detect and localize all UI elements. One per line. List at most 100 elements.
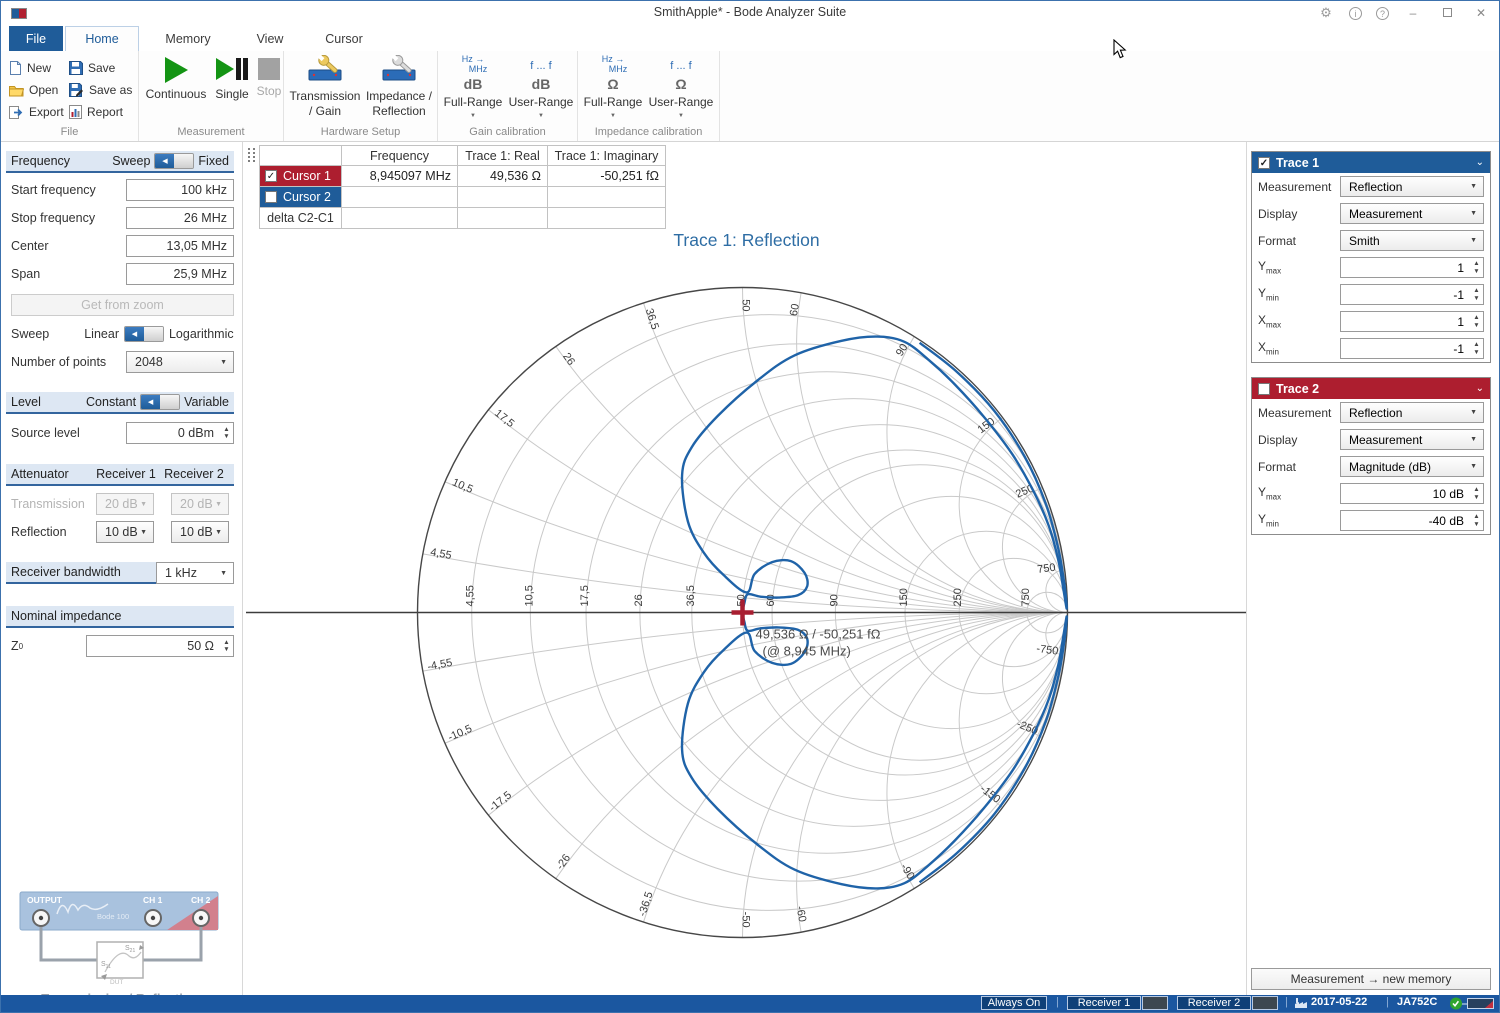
transmission-gain-button[interactable]: Transmission/ Gain xyxy=(288,55,362,119)
chevron-down-icon[interactable]: ⌄ xyxy=(1476,383,1484,394)
spinner-arrows-icon[interactable]: ▲▼ xyxy=(1470,341,1483,356)
dut-box xyxy=(97,942,143,978)
maximize-button[interactable] xyxy=(1437,6,1457,20)
impedance-reflection-button[interactable]: Impedance /Reflection xyxy=(362,55,436,119)
trace1-ymax-input[interactable]: 1▲▼ xyxy=(1340,257,1484,278)
new-button[interactable]: New xyxy=(9,57,64,79)
gain-userrange-button[interactable]: f ... f dB User-Range ▼ xyxy=(508,55,574,119)
receiver-bandwidth-dropdown[interactable]: 1 kHz▼ xyxy=(156,562,234,584)
rim-reactance-label: 10,5 xyxy=(450,476,474,496)
spinner-arrows-icon[interactable]: ▲▼ xyxy=(1470,287,1483,302)
group-caption-gain-cal: Gain calibration xyxy=(438,126,577,138)
tab-file[interactable]: File xyxy=(9,26,63,51)
trace1-row: DisplayMeasurement▼ xyxy=(1252,200,1490,227)
span-frequency-input[interactable]: 25,9 MHz xyxy=(126,263,234,285)
sweep-fixed-toggle[interactable]: ◀ xyxy=(154,153,194,169)
bode100-device-image: Bode 100 OUTPUT CH 1 CH 2 S11 S21 DUT xyxy=(15,886,225,986)
gain-fullrange-button[interactable]: Hz →MHz dB Full-Range ▼ xyxy=(440,55,506,119)
trace1-measurement-dropdown[interactable]: Reflection▼ xyxy=(1340,176,1484,197)
tab-cursor[interactable]: Cursor xyxy=(313,26,375,51)
trace1-ymin-input[interactable]: -1▲▼ xyxy=(1340,284,1484,305)
ribbon-group-file: New Open Export Save Save as xyxy=(1,51,139,141)
constant-variable-toggle[interactable]: ◀ xyxy=(140,394,180,410)
impedance-userrange-button[interactable]: f ... f Ω User-Range ▼ xyxy=(648,55,714,119)
chevron-down-icon: ▼ xyxy=(1470,210,1483,217)
minimize-button[interactable]: – xyxy=(1403,6,1423,20)
spinner-arrows-icon[interactable]: ▲▼ xyxy=(1470,314,1483,329)
trace1-checkbox[interactable] xyxy=(1258,157,1270,169)
receiver1-status-button[interactable]: Receiver 1 xyxy=(1067,996,1141,1010)
close-button[interactable]: ✕ xyxy=(1471,6,1491,20)
ch2-port-label: CH 2 xyxy=(191,895,211,905)
sweep-label: Sweep xyxy=(11,327,49,341)
trace2-display-dropdown[interactable]: Measurement▼ xyxy=(1340,429,1484,450)
tab-home[interactable]: Home xyxy=(65,26,139,51)
stop-frequency-input[interactable]: 26 MHz xyxy=(126,207,234,229)
trace2-measurement-dropdown[interactable]: Reflection▼ xyxy=(1340,402,1484,423)
reflection-receiver2-dropdown[interactable]: 10 dB▼ xyxy=(171,521,229,543)
trace1-xmin-input[interactable]: -1▲▼ xyxy=(1340,338,1484,359)
rim-reactance-label: 750 xyxy=(1037,562,1057,576)
trace-settings-panel: Trace 1 ⌄ MeasurementReflection▼DisplayM… xyxy=(1249,142,1495,995)
spinner-arrows-icon[interactable]: ▲▼ xyxy=(1470,486,1483,501)
spinner-arrows-icon[interactable]: ▲▼ xyxy=(220,426,233,441)
receiver2-status-button[interactable]: Receiver 2 xyxy=(1177,996,1251,1010)
axis-resistance-label: 250 xyxy=(952,588,964,606)
trace2-ymax-input[interactable]: 10 dB▲▼ xyxy=(1340,483,1484,504)
toggle-arrow-icon: ◀ xyxy=(155,154,174,168)
trace2-format-dropdown[interactable]: Magnitude (dB)▼ xyxy=(1340,456,1484,477)
rim-reactance-label: 26 xyxy=(560,351,577,368)
impedance-fullrange-button[interactable]: Hz →MHz Ω Full-Range ▼ xyxy=(580,55,646,119)
tab-memory[interactable]: Memory xyxy=(153,26,223,51)
open-folder-icon xyxy=(9,84,24,97)
trace1-body: MeasurementReflection▼DisplayMeasurement… xyxy=(1252,173,1490,362)
chevron-down-icon[interactable]: ▼ xyxy=(648,113,714,119)
info-icon[interactable]: i xyxy=(1349,7,1362,20)
trace1-display-dropdown[interactable]: Measurement▼ xyxy=(1340,203,1484,224)
chevron-down-icon[interactable]: ▼ xyxy=(580,113,646,119)
always-on-button[interactable]: Always On xyxy=(981,996,1047,1010)
trace1-row: Xmax1▲▼ xyxy=(1252,308,1490,335)
single-button[interactable]: Single xyxy=(209,55,255,102)
transmission-receiver2-dropdown: 20 dB▼ xyxy=(171,493,229,515)
help-icon[interactable]: ? xyxy=(1376,7,1389,20)
continuous-button[interactable]: Continuous xyxy=(143,55,209,102)
spinner-arrows-icon[interactable]: ▲▼ xyxy=(1470,513,1483,528)
tab-view[interactable]: View xyxy=(243,26,297,51)
open-button[interactable]: Open xyxy=(9,79,64,101)
number-of-points-dropdown[interactable]: 2048▼ xyxy=(126,351,234,373)
stop-frequency-label: Stop frequency xyxy=(11,207,95,229)
spinner-arrows-icon[interactable]: ▲▼ xyxy=(1470,260,1483,275)
report-button[interactable]: Report xyxy=(69,101,132,123)
linear-log-toggle[interactable]: ◀ xyxy=(124,326,164,342)
trace2-header[interactable]: Trace 2 ⌄ xyxy=(1252,378,1490,399)
field-label: Ymax xyxy=(1258,259,1340,275)
chevron-down-icon[interactable]: ▼ xyxy=(508,113,574,119)
reflection-receiver1-dropdown[interactable]: 10 dB▼ xyxy=(96,521,154,543)
trace2-ymin-input[interactable]: -40 dB▲▼ xyxy=(1340,510,1484,531)
ch2-wire xyxy=(143,926,201,960)
measurement-to-memory-button[interactable]: Measurement → new memory xyxy=(1251,968,1491,990)
trace1-xmax-input[interactable]: 1▲▼ xyxy=(1340,311,1484,332)
chevron-down-icon[interactable]: ▼ xyxy=(440,113,506,119)
hz-mhz-icon: Hz →MHz xyxy=(440,55,506,77)
trace2-row: Ymin-40 dB▲▼ xyxy=(1252,507,1490,534)
trace1-format-dropdown[interactable]: Smith▼ xyxy=(1340,230,1484,251)
z0-input[interactable]: 50 Ω▲▼ xyxy=(86,635,234,657)
start-frequency-input[interactable]: 100 kHz xyxy=(126,179,234,201)
save-button[interactable]: Save xyxy=(69,57,132,79)
trace2-checkbox[interactable] xyxy=(1258,383,1270,395)
reflection-attenuator-label: Reflection xyxy=(11,521,67,543)
trace1-header[interactable]: Trace 1 ⌄ xyxy=(1252,152,1490,173)
receiver2-level-indicator xyxy=(1252,996,1278,1010)
nominal-impedance-header: Nominal impedance xyxy=(6,606,234,628)
settings-sidebar: Frequency Sweep ◀ Fixed Start frequency … xyxy=(1,142,239,995)
save-as-button[interactable]: Save as xyxy=(69,79,132,101)
source-level-input[interactable]: 0 dBm▲▼ xyxy=(126,422,234,444)
center-frequency-input[interactable]: 13,05 MHz xyxy=(126,235,234,257)
settings-gear-icon[interactable]: ⚙ xyxy=(1317,5,1335,21)
spinner-arrows-icon[interactable]: ▲▼ xyxy=(220,639,233,654)
rim-reactance-label: 17,5 xyxy=(492,407,516,430)
export-button[interactable]: Export xyxy=(9,101,64,123)
chevron-down-icon[interactable]: ⌄ xyxy=(1476,157,1484,168)
